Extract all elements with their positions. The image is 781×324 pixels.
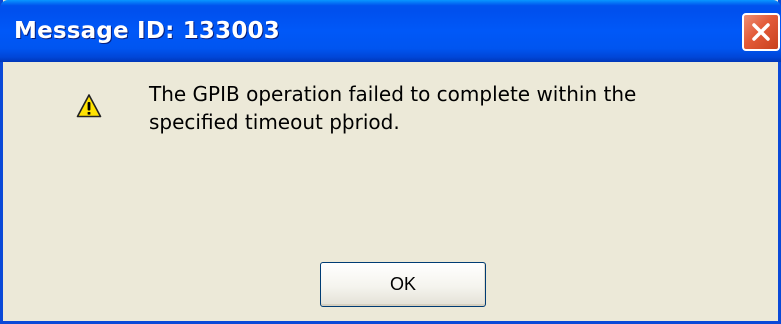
close-button[interactable]: [742, 13, 780, 51]
title-bar[interactable]: Message ID: 133003: [0, 0, 781, 62]
warning-icon: [76, 94, 102, 118]
close-icon: [752, 23, 770, 41]
message-dialog: Message ID: 133003 The GPIB operation fa…: [0, 0, 781, 324]
window-title: Message ID: 133003: [14, 18, 280, 44]
message-text: The GPIB operation failed to complete wi…: [149, 80, 749, 136]
ok-button[interactable]: OK: [320, 262, 486, 307]
message-line-1: The GPIB operation failed to complete wi…: [149, 82, 637, 106]
message-line-2: specified timeout pþriod.: [149, 110, 400, 134]
